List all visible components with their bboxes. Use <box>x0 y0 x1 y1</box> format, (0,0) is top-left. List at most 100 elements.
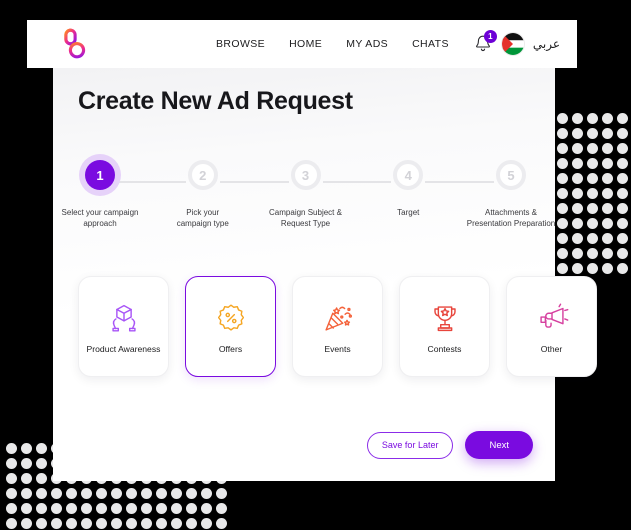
stepper-circle-5[interactable]: 5 <box>496 160 526 190</box>
category-card-other[interactable]: Other <box>506 276 597 377</box>
decorative-dot <box>111 488 122 499</box>
decorative-dot <box>602 158 613 169</box>
decorative-dot <box>557 128 568 139</box>
next-button[interactable]: Next <box>465 431 533 459</box>
decorative-dot <box>216 488 227 499</box>
decorative-dot <box>36 443 47 454</box>
decorative-dot <box>171 503 182 514</box>
decorative-dot <box>141 518 152 529</box>
category-card-contests[interactable]: Contests <box>399 276 490 377</box>
category-card-label: Contests <box>427 344 462 354</box>
decorative-dot <box>126 503 137 514</box>
category-card-events[interactable]: Events <box>292 276 383 377</box>
decorative-dot <box>572 128 583 139</box>
decorative-dot <box>557 233 568 244</box>
stepper-step-4[interactable]: 4 Target <box>386 150 430 217</box>
decorative-dot <box>51 488 62 499</box>
decorative-dot <box>171 488 182 499</box>
decorative-dot <box>6 443 17 454</box>
stepper: 1 Select your campaign approach 2 Pick your… <box>62 150 555 228</box>
nav-link-my-ads[interactable]: MY ADS <box>346 38 388 50</box>
stepper-step-1[interactable]: 1 Select your campaign approach <box>62 150 138 228</box>
decorative-dot <box>602 113 613 124</box>
decorative-dot <box>96 518 107 529</box>
category-card-product-awareness[interactable]: Product Awareness <box>78 276 169 377</box>
decorative-dot <box>587 128 598 139</box>
category-card-offers[interactable]: Offers <box>185 276 276 377</box>
decorative-dot <box>587 218 598 229</box>
page-title: Create New Ad Request <box>78 87 353 115</box>
nav-link-browse[interactable]: BROWSE <box>216 38 265 50</box>
decorative-dot <box>36 503 47 514</box>
decorative-dot <box>6 488 17 499</box>
decorative-dot <box>557 188 568 199</box>
language-toggle[interactable]: عربي <box>533 37 560 51</box>
decorative-dot <box>587 263 598 274</box>
decorative-dot <box>572 233 583 244</box>
decorative-dot <box>111 518 122 529</box>
category-card-label: Offers <box>218 344 243 354</box>
decorative-dot <box>557 173 568 184</box>
decorative-dot <box>66 518 77 529</box>
decorative-dot <box>81 488 92 499</box>
nav-link-chats[interactable]: CHATS <box>412 38 449 50</box>
decorative-dot <box>617 188 628 199</box>
package-hands-icon <box>111 304 136 332</box>
decorative-dot <box>21 473 32 484</box>
navbar: BROWSE HOME MY ADS CHATS 1 عربي <box>27 20 577 68</box>
decorative-dot <box>617 263 628 274</box>
stepper-step-3[interactable]: 3 Campaign Subject & Request Type <box>269 150 342 228</box>
brand-logo[interactable] <box>58 27 88 61</box>
decorative-dot <box>617 158 628 169</box>
save-for-later-button[interactable]: Save for Later <box>366 431 454 459</box>
stepper-connector <box>219 181 289 183</box>
decorative-dot <box>126 518 137 529</box>
stepper-step-2[interactable]: 2 Pick your campaign type <box>177 150 229 228</box>
stepper-circle-2[interactable]: 2 <box>187 160 218 190</box>
decorative-dot <box>602 173 613 184</box>
stepper-step-5[interactable]: 5 Attachments & Presentation Preparation <box>467 150 555 228</box>
notifications-button[interactable]: 1 <box>473 30 497 55</box>
decorative-dot <box>587 233 598 244</box>
nav-link-home[interactable]: HOME <box>289 38 322 50</box>
stepper-connector <box>117 181 186 183</box>
decorative-dot <box>617 218 628 229</box>
decorative-dot <box>587 143 598 154</box>
decorative-dot <box>36 458 47 469</box>
decorative-dot <box>602 188 613 199</box>
notification-badge: 1 <box>483 30 497 43</box>
content-card: Create New Ad Request 1 Select your campa… <box>53 68 597 481</box>
decorative-dot <box>51 518 62 529</box>
decorative-dot <box>21 503 32 514</box>
decorative-dot <box>156 503 167 514</box>
decorative-dot <box>602 128 613 139</box>
decorative-dot <box>216 518 227 529</box>
stepper-connector <box>425 181 494 183</box>
decorative-dot <box>572 263 583 274</box>
decorative-dot <box>617 173 628 184</box>
decorative-dot <box>587 248 598 259</box>
stepper-circle-1[interactable]: 1 <box>85 160 115 190</box>
stepper-circle-4[interactable]: 4 <box>393 160 424 190</box>
decorative-dot <box>617 233 628 244</box>
megaphone-icon <box>539 303 568 328</box>
stepper-circle-3[interactable]: 3 <box>290 160 321 190</box>
decorative-dot <box>81 518 92 529</box>
decorative-dot <box>156 488 167 499</box>
app-root: BROWSE HOME MY ADS CHATS 1 عربي Create N… <box>0 0 631 530</box>
decorative-dot <box>557 113 568 124</box>
decorative-dot <box>572 203 583 214</box>
decorative-dot <box>572 248 583 259</box>
nav-links: BROWSE HOME MY ADS CHATS <box>216 38 449 50</box>
decorative-dot <box>602 263 613 274</box>
decorative-dot <box>617 143 628 154</box>
decorative-dot <box>186 503 197 514</box>
party-popper-icon <box>324 306 352 331</box>
decorative-dot <box>96 503 107 514</box>
decorative-dot <box>51 503 62 514</box>
palestine-flag-icon[interactable] <box>501 33 524 55</box>
form-actions: Save for Later Next <box>366 431 533 459</box>
stepper-label-5: Attachments & Presentation Preparation <box>466 208 556 228</box>
decorative-dot <box>186 488 197 499</box>
decorative-dot <box>572 113 583 124</box>
